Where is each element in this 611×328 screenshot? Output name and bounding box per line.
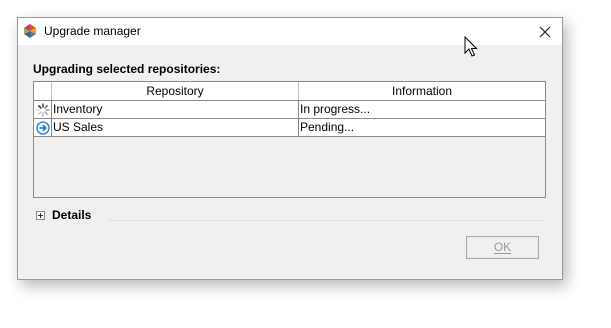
information-cell: In progress... bbox=[300, 102, 371, 116]
ok-button-label: OK bbox=[493, 240, 512, 254]
information-cell: Pending... bbox=[300, 120, 355, 134]
repository-cell: Inventory bbox=[52, 101, 299, 118]
ok-button[interactable]: OK bbox=[466, 236, 539, 259]
window-title: Upgrade manager bbox=[44, 24, 141, 38]
details-divider bbox=[108, 220, 544, 221]
close-button[interactable] bbox=[528, 18, 562, 45]
table-row[interactable]: US Sales Pending... bbox=[34, 119, 545, 137]
icon-column-header bbox=[34, 82, 52, 100]
section-label: Upgrading selected repositories: bbox=[33, 62, 221, 76]
title-bar: Upgrade manager bbox=[18, 18, 562, 45]
status-cell bbox=[34, 119, 52, 136]
close-icon bbox=[539, 26, 551, 37]
repository-cell: US Sales bbox=[52, 119, 299, 136]
table-header: Repository Information bbox=[34, 82, 545, 101]
expand-plus-icon[interactable] bbox=[36, 210, 45, 220]
status-cell bbox=[34, 101, 52, 118]
column-header-repository[interactable]: Repository bbox=[52, 82, 299, 100]
arrow-right-circle-icon bbox=[35, 120, 50, 135]
spinner-icon bbox=[35, 102, 50, 117]
upgrade-manager-dialog: Upgrade manager Upgrading selected repos… bbox=[17, 17, 563, 280]
column-header-information[interactable]: Information bbox=[299, 82, 545, 100]
details-toggle[interactable]: Details bbox=[36, 208, 91, 222]
table-row[interactable]: Inventory In progress... bbox=[34, 101, 545, 119]
mouse-pointer-icon bbox=[464, 36, 478, 57]
details-label: Details bbox=[52, 208, 92, 222]
repositories-table[interactable]: Repository Information Inventory In prog… bbox=[33, 81, 546, 198]
app-icon bbox=[23, 24, 37, 38]
